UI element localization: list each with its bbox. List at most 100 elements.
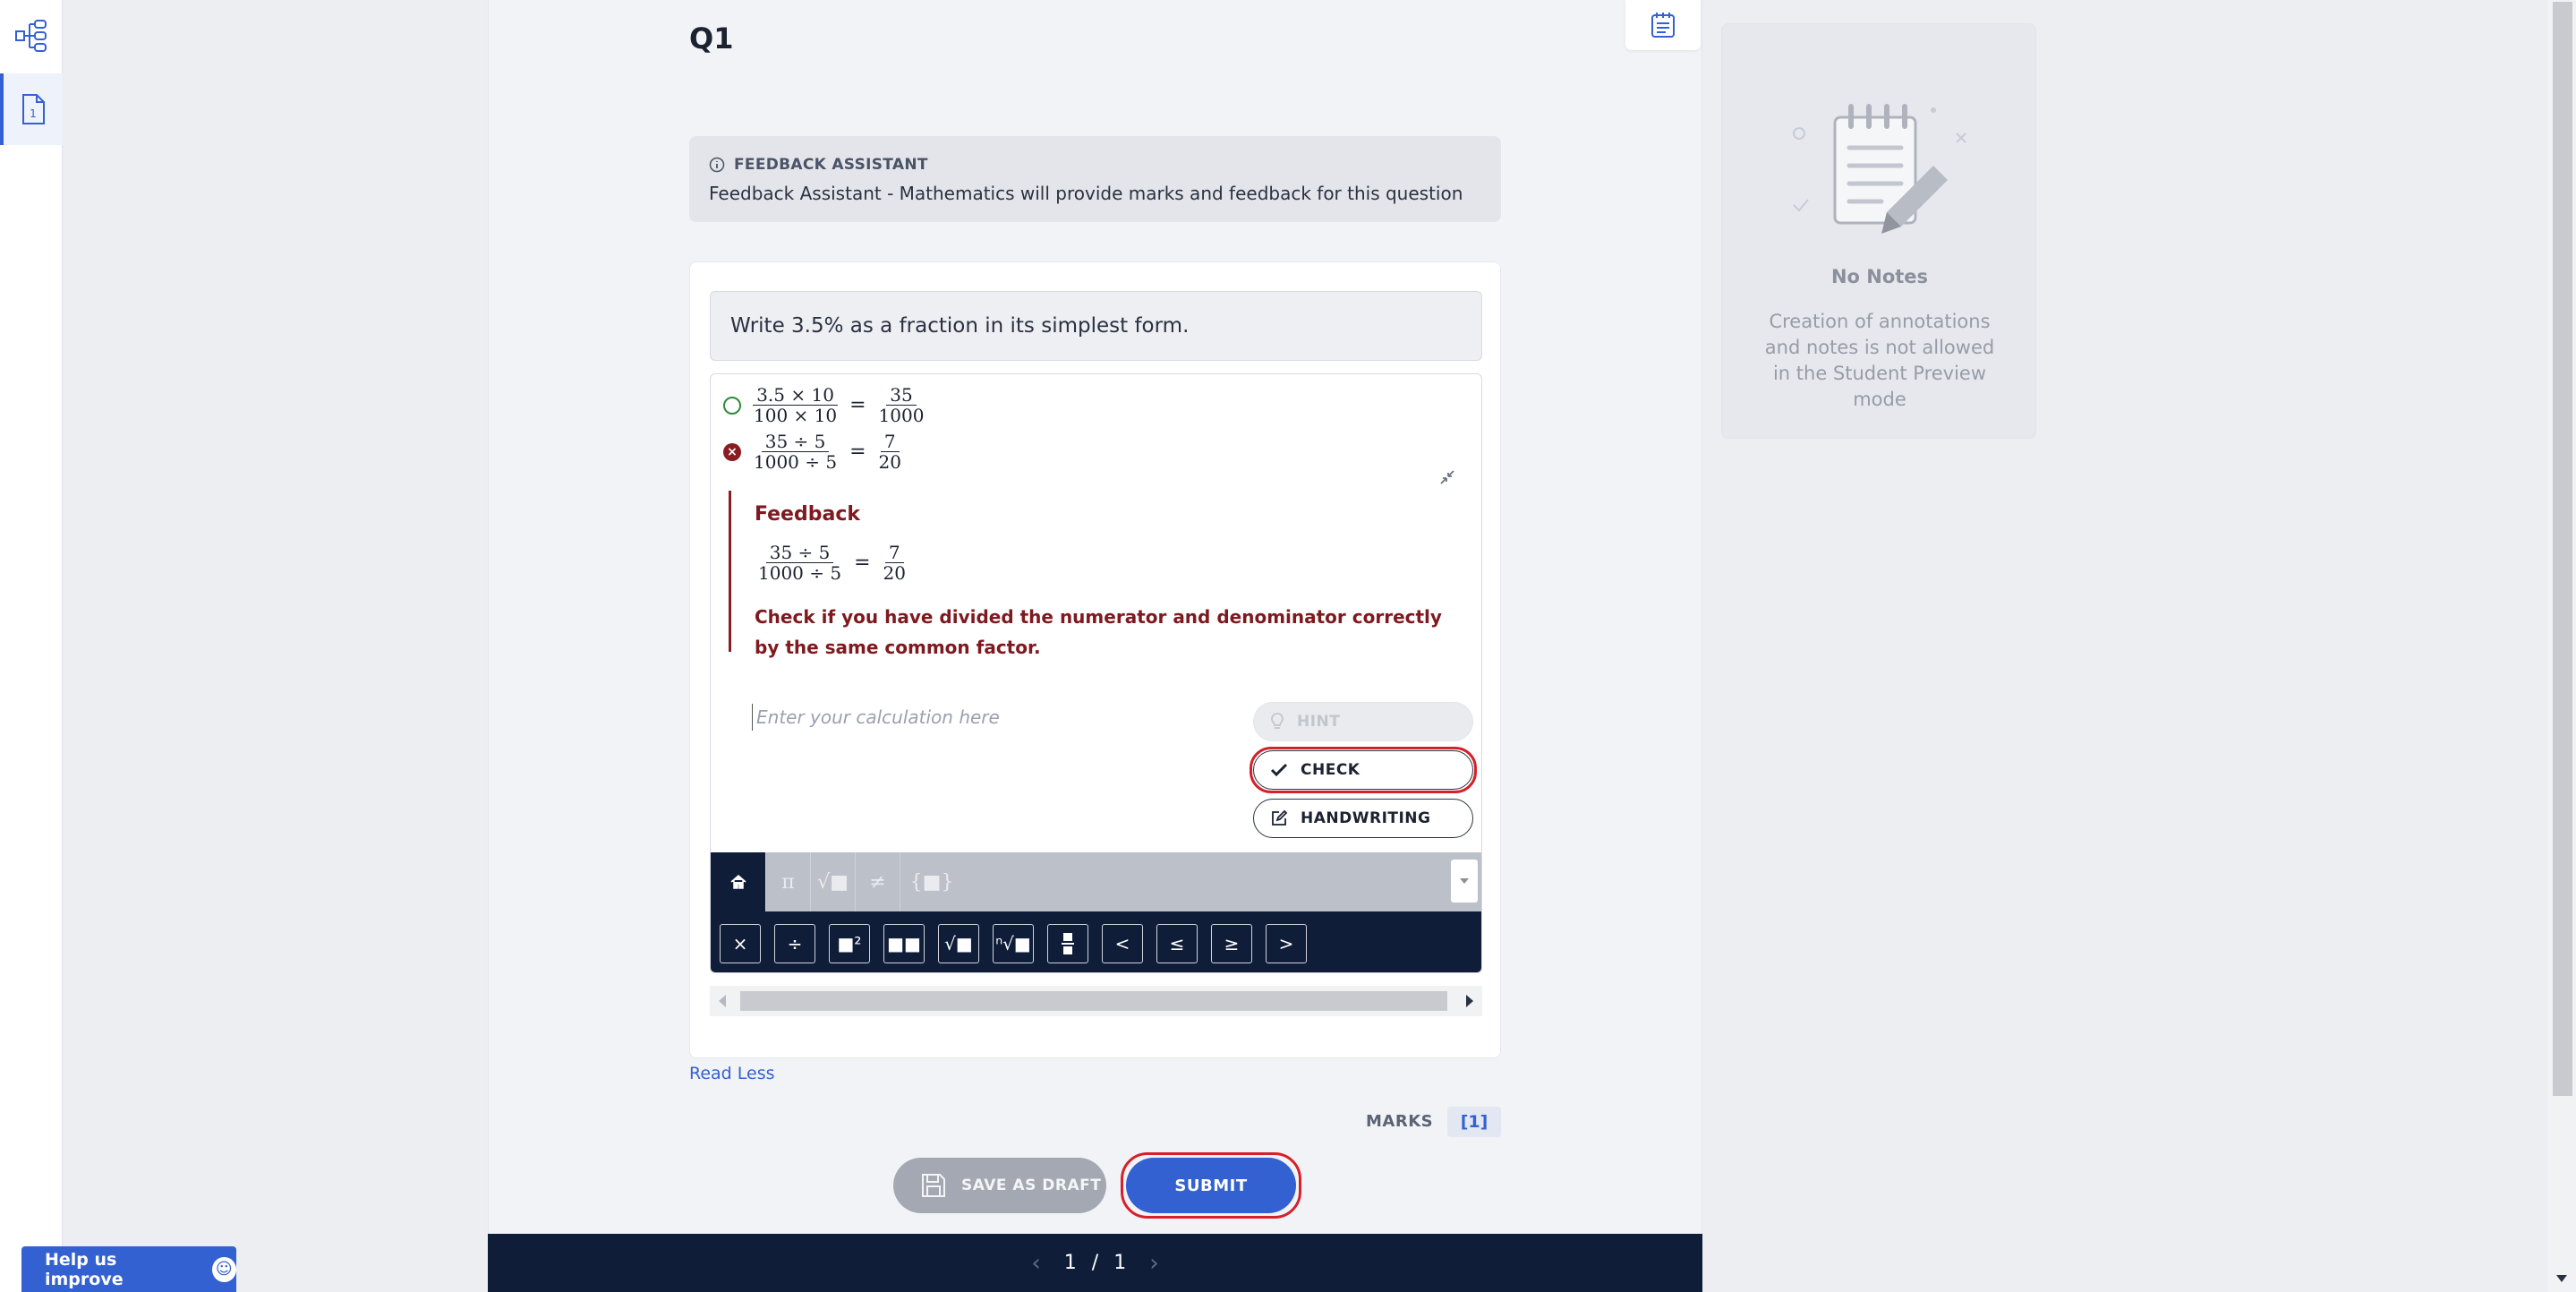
help-us-improve-label: Help us improve [45, 1249, 124, 1289]
check-label: CHECK [1301, 761, 1361, 779]
key-divide[interactable]: ÷ [774, 924, 815, 963]
tree-structure-icon [15, 20, 47, 52]
fraction: 3.5 × 10 100 × 10 [750, 385, 840, 425]
horizontal-scrollbar[interactable] [710, 986, 1482, 1016]
key-less-equal[interactable]: ≤ [1156, 924, 1198, 963]
feedback-message: Check if you have divided the numerator … [755, 606, 1442, 658]
fraction: 35 ÷ 5 1000 ÷ 5 [755, 543, 845, 583]
keyboard-tab-greek[interactable]: π [766, 852, 811, 911]
hint-label: HINT [1297, 713, 1341, 731]
no-notes-message: Creation of annotations and notes is not… [1764, 311, 1995, 410]
key-multiply[interactable]: × [720, 924, 761, 963]
denominator: 20 [878, 451, 901, 473]
math-keyboard-keys: × ÷ ■² ■■ √■ ⁿ√■ < ≤ ≥ > [711, 911, 1481, 972]
notes-toggle-button[interactable] [1625, 0, 1701, 50]
math-keyboard-tabs: π √■ ≠ {■} [711, 852, 1481, 911]
key-sqrt[interactable]: √■ [938, 924, 979, 963]
keyboard-tab-roots[interactable]: √■ [811, 852, 856, 911]
feedback-assistant-description: Feedback Assistant - Mathematics will pr… [709, 183, 1463, 204]
keyboard-dropdown[interactable] [1451, 860, 1478, 903]
equals-sign: = [849, 441, 866, 463]
key-greater-than[interactable]: > [1266, 924, 1307, 963]
next-page-icon[interactable]: › [1149, 1250, 1158, 1277]
key-square[interactable]: ■² [829, 924, 870, 963]
keyboard-tab-relations[interactable]: ≠ [856, 852, 900, 911]
work-line-1[interactable]: 3.5 × 10 100 × 10 = 35 1000 [723, 385, 927, 425]
page-one-button[interactable]: 1 [0, 73, 63, 145]
correct-status-icon [723, 396, 741, 415]
fraction: 7 20 [875, 432, 905, 472]
feedback-assistant-heading: FEEDBACK ASSISTANT [734, 156, 928, 174]
feedback-title: Feedback [755, 503, 860, 526]
chevron-down-icon [1460, 878, 1469, 884]
denominator: 1000 [878, 405, 925, 426]
edit-pencil-icon [1272, 809, 1288, 826]
equals-sign: = [854, 552, 871, 574]
pagination-bar: ‹ 1 / 1 › [488, 1234, 1702, 1292]
left-rail: 1 [0, 0, 63, 1292]
checkmark-icon [1270, 763, 1288, 777]
numerator: 7 [880, 432, 900, 452]
work-line-2[interactable]: × 35 ÷ 5 1000 ÷ 5 = 7 20 [723, 432, 905, 472]
scroll-right-icon [1466, 995, 1473, 1007]
notepad-illustration-icon [1793, 104, 1966, 234]
feedback-assistant-header: FEEDBACK ASSISTANT [709, 156, 928, 174]
scrollbar-thumb[interactable] [2553, 2, 2572, 1096]
smiley-icon: ☺ [211, 1256, 236, 1282]
structure-tree-button[interactable] [0, 0, 63, 72]
key-power[interactable]: ■■ [883, 924, 925, 963]
denominator: 1000 ÷ 5 [758, 562, 842, 584]
hint-button[interactable]: HINT [1253, 702, 1473, 741]
notes-panel: No Notes Creation of annotations and not… [1721, 23, 2036, 439]
lightbulb-icon [1271, 713, 1284, 729]
vertical-scrollbar[interactable] [2547, 0, 2576, 1292]
collapse-icon[interactable] [1436, 466, 1459, 489]
feedback-panel: Feedback 35 ÷ 5 1000 ÷ 5 = 7 20 Check if… [729, 491, 1471, 658]
handwriting-button[interactable]: HANDWRITING [1253, 799, 1473, 838]
numerator: 35 ÷ 5 [761, 432, 830, 452]
scroll-down-icon [2556, 1275, 2567, 1282]
numerator: 35 ÷ 5 [765, 543, 834, 563]
key-less-than[interactable]: < [1102, 924, 1143, 963]
incorrect-status-icon: × [723, 442, 741, 461]
marks-label: MARKS [1366, 1112, 1434, 1131]
total-pages: 1 [1113, 1252, 1127, 1274]
numerator: 7 [884, 543, 904, 563]
previous-page-icon[interactable]: ‹ [1031, 1250, 1040, 1277]
feedback-assistant-banner: FEEDBACK ASSISTANT Feedback Assistant - … [689, 136, 1501, 222]
scrollbar-thumb[interactable] [740, 991, 1447, 1011]
keyboard-home-tab[interactable] [711, 852, 766, 911]
key-nth-root[interactable]: ⁿ√■ [993, 924, 1034, 963]
question-title: Q1 [689, 21, 734, 56]
notepad-icon [1651, 13, 1675, 38]
calculation-input[interactable] [752, 704, 1235, 731]
equals-sign: = [849, 394, 866, 416]
save-draft-button[interactable]: SAVE AS DRAFT [893, 1158, 1106, 1213]
numerator: 3.5 × 10 [753, 385, 838, 406]
keyboard-tab-sets[interactable]: {■} [900, 852, 963, 911]
question-prompt: Write 3.5% as a fraction in its simplest… [710, 291, 1482, 361]
denominator: 100 × 10 [754, 405, 838, 426]
svg-text:1: 1 [30, 107, 37, 120]
key-greater-equal[interactable]: ≥ [1211, 924, 1252, 963]
submit-button[interactable]: SUBMIT [1126, 1158, 1296, 1213]
feedback-math: 35 ÷ 5 1000 ÷ 5 = 7 20 [755, 543, 909, 583]
save-disk-icon [922, 1174, 945, 1197]
no-notes-title: No Notes [1830, 266, 1929, 287]
question-card: Write 3.5% as a fraction in its simplest… [689, 261, 1501, 1058]
home-icon [730, 875, 746, 889]
scroll-left-icon [719, 995, 726, 1007]
check-button[interactable]: CHECK [1253, 750, 1473, 790]
marks-value: [1] [1447, 1107, 1501, 1137]
numerator: 35 [886, 385, 917, 406]
fraction: 7 20 [880, 543, 909, 583]
page-separator: / [1091, 1252, 1099, 1274]
page-indicator: 1 / 1 [1064, 1252, 1126, 1274]
fraction: 35 1000 [875, 385, 928, 425]
read-less-link[interactable]: Read Less [689, 1064, 775, 1083]
handwriting-label: HANDWRITING [1301, 809, 1431, 827]
help-us-improve-button[interactable]: Help us improve ☺ [21, 1246, 236, 1292]
fraction: 35 ÷ 5 1000 ÷ 5 [750, 432, 840, 472]
key-fraction[interactable] [1047, 924, 1088, 963]
save-draft-label: SAVE AS DRAFT [961, 1176, 1102, 1194]
